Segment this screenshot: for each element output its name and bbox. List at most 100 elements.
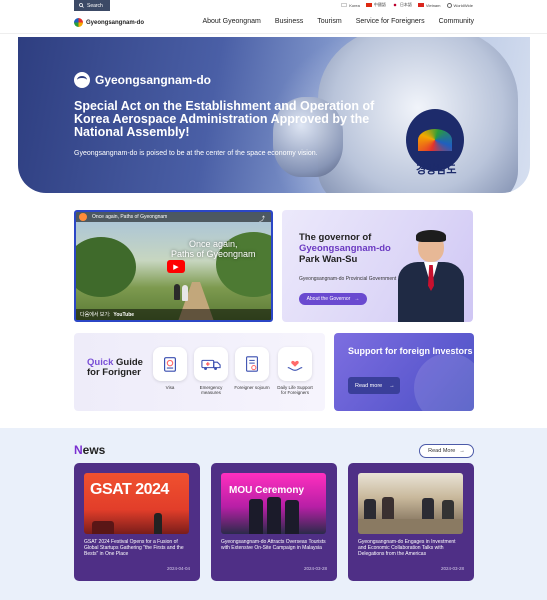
news-read-more-button[interactable]: Read More →: [419, 444, 474, 458]
arrow-right-icon: →: [459, 448, 465, 454]
news-heading-rest: ews: [82, 443, 106, 457]
news-card[interactable]: Gyeongsangnam-do Engages in Investment a…: [348, 463, 474, 581]
news-image: MOU Ceremony: [221, 473, 326, 534]
arrow-right-icon: →: [354, 296, 360, 302]
nav-business[interactable]: Business: [275, 18, 303, 25]
investor-support-panel: Support for foreign Investors Read more …: [334, 333, 474, 411]
lang-vietnam[interactable]: Vietnam: [417, 2, 441, 8]
site-logo[interactable]: Gyeongsangnam-do: [74, 18, 144, 27]
lang-label: 中國語: [373, 2, 386, 7]
governor-card: The governor of Gyeongsangnam-do Park Wa…: [282, 210, 473, 322]
lang-label: Vietnam: [425, 2, 441, 8]
news-image: [358, 473, 463, 534]
japan-flag-icon: [391, 3, 398, 7]
news-image-text: MOU Ceremony: [229, 485, 305, 496]
news-read-more-label: Read More: [428, 448, 456, 454]
video-watch-bar[interactable]: 다음에서 보기: YouTube: [76, 309, 271, 320]
search-label: Search: [87, 2, 103, 9]
lang-japanese[interactable]: 日本語: [391, 2, 412, 8]
page: Search Korea 中國語 日本語 Vietnam WorldWide G…: [0, 0, 547, 600]
quick-item-label: Visa: [165, 385, 175, 390]
news-image-text: GSAT 2024: [90, 481, 169, 498]
arrow-right-icon: →: [389, 382, 395, 389]
quick-item-visa[interactable]: Visa: [151, 347, 189, 390]
video-person: [182, 285, 188, 301]
investor-read-more-button[interactable]: Read more →: [348, 377, 400, 394]
play-button[interactable]: ▶: [167, 260, 185, 273]
quick-guide-panel: Quick Guide for Forigner Visa Emergency …: [74, 333, 325, 411]
video-title-bar: Once again, Paths of Gyeongnam: [76, 212, 271, 222]
main-nav: About Gyeongnam Business Tourism Service…: [202, 18, 474, 25]
youtube-logo: YouTube: [113, 311, 135, 318]
brand-logo-icon: [74, 72, 90, 88]
lang-label: Korea: [349, 2, 360, 8]
news-heading: News: [74, 443, 105, 457]
governor-title-prefix: The governor of: [299, 232, 372, 243]
site-header: Gyeongsangnam-do About Gyeongnam Busines…: [0, 12, 547, 34]
video-player[interactable]: Once again, Paths of Gyeongnam ⤴ Once ag…: [74, 210, 273, 322]
governor-subtitle: Gyeongsangnam-do Provincial Government: [299, 276, 397, 282]
news-image: GSAT 2024: [84, 473, 189, 534]
news-title: GSAT 2024 Festival Opens for a Fusion of…: [84, 539, 184, 557]
video-title[interactable]: Once again, Paths of Gyeongnam: [92, 214, 167, 220]
governor-name: Park Wan-Su: [299, 254, 358, 265]
logo-mark-icon: [74, 18, 83, 27]
nav-about-gyeongnam[interactable]: About Gyeongnam: [202, 18, 260, 25]
governor-title: The governor of Gyeongsangnam-do Park Wa…: [299, 232, 391, 265]
globe-icon: [446, 2, 452, 8]
passport-icon: [153, 347, 187, 381]
lang-label: WorldWide: [453, 2, 474, 8]
china-flag-icon: [365, 3, 372, 7]
hero-brand: Gyeongsangnam-do: [74, 72, 211, 88]
ambulance-icon: [194, 347, 228, 381]
language-selector: Korea 中國語 日本語 Vietnam WorldWide: [341, 2, 473, 8]
watch-on-label: 다음에서 보기:: [80, 312, 111, 318]
support-hands-icon: [278, 347, 312, 381]
quick-item-label: Foreigner sojourn: [234, 385, 270, 390]
patch-text: 경상남도: [416, 163, 457, 176]
news-card[interactable]: MOU Ceremony Gyeongsangnam-do Attracts O…: [211, 463, 337, 581]
news-date: 2024-04-04: [166, 566, 190, 571]
about-governor-label: About the Governor: [306, 296, 351, 302]
governor-title-accent: Gyeongsangnam-do: [299, 243, 391, 254]
read-more-label: Read more: [355, 382, 383, 389]
nav-community[interactable]: Community: [439, 18, 474, 25]
quick-item-emergency[interactable]: Emergency measures: [192, 347, 230, 395]
news-date: 2024-03-28: [440, 566, 464, 571]
nav-tourism[interactable]: Tourism: [317, 18, 342, 25]
news-heading-accent: N: [74, 443, 83, 457]
about-governor-button[interactable]: About the Governor →: [299, 293, 367, 305]
hero-brand-text: Gyeongsangnam-do: [95, 73, 212, 87]
lang-label: 日本語: [399, 2, 412, 7]
video-person: [174, 284, 180, 300]
quick-item-label: Emergency measures: [199, 385, 223, 395]
nav-service-for-foreigners[interactable]: Service for Foreigners: [356, 18, 425, 25]
decorative-circle: [414, 353, 474, 411]
quick-item-sojourn[interactable]: Foreigner sojourn: [233, 347, 271, 390]
hero-banner[interactable]: 경상남도 Gyeongsangnam-do Special Act on the…: [18, 37, 530, 193]
vietnam-flag-icon: [417, 3, 424, 7]
news-date: 2024-03-28: [303, 566, 327, 571]
video-caption: Once again, Paths of Gyeongnam: [171, 239, 256, 259]
hero-title: Special Act on the Establishment and Ope…: [74, 99, 375, 139]
share-icon[interactable]: ⤴: [259, 214, 265, 223]
korea-flag-icon: [341, 3, 348, 7]
quick-guide-title-line2: for Forigner: [87, 367, 141, 378]
lang-worldwide[interactable]: WorldWide: [446, 2, 474, 8]
lang-chinese[interactable]: 中國語: [365, 2, 386, 8]
news-card[interactable]: GSAT 2024 GSAT 2024 Festival Opens for a…: [74, 463, 200, 581]
lang-korea[interactable]: Korea: [341, 3, 360, 8]
news-title: Gyeongsangnam-do Attracts Overseas Touri…: [221, 539, 326, 551]
search-button[interactable]: Search: [74, 0, 110, 11]
quick-guide-title: Quick Guide for Forigner: [87, 358, 143, 378]
tree-left: [76, 237, 136, 297]
quick-item-daily-life[interactable]: Daily Life Support for Foreigners: [274, 347, 316, 395]
utility-bar: Search Korea 中國語 日本語 Vietnam WorldWide: [0, 0, 547, 12]
play-icon: ▶: [173, 263, 179, 271]
news-title: Gyeongsangnam-do Engages in Investment a…: [358, 539, 456, 557]
search-icon: [79, 3, 84, 8]
document-icon: [235, 347, 269, 381]
logo-text: Gyeongsangnam-do: [86, 19, 145, 26]
hero-subtitle: Gyeongsangnam-do is poised to be at the …: [74, 150, 318, 157]
governor-photo: [396, 230, 466, 322]
